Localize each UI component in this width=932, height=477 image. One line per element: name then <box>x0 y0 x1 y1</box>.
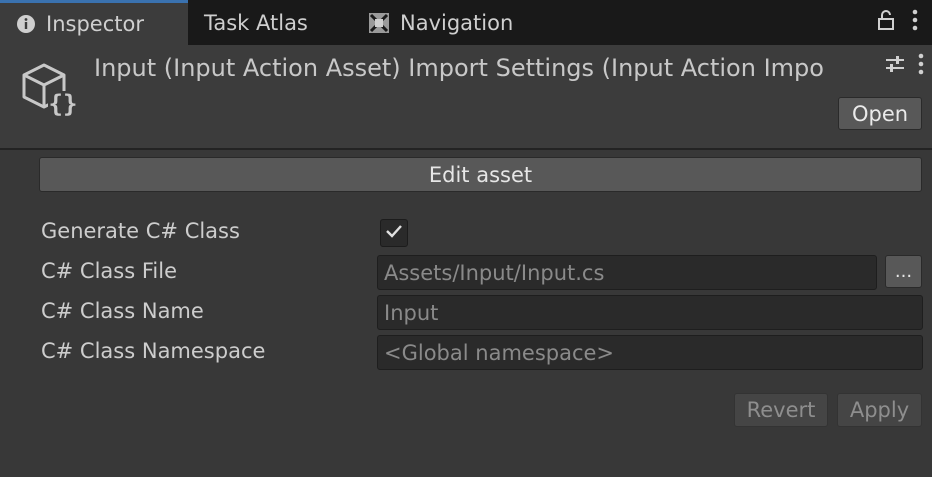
revert-button[interactable]: Revert <box>734 393 828 427</box>
presets-icon[interactable] <box>884 53 906 79</box>
open-button[interactable]: Open <box>838 97 922 130</box>
tab-navigation[interactable]: Navigation <box>352 0 552 45</box>
info-icon <box>16 14 36 34</box>
kebab-menu-icon[interactable] <box>918 53 924 79</box>
apply-button[interactable]: Apply <box>837 393 922 427</box>
lock-icon[interactable] <box>878 10 894 34</box>
tab-bar: Inspector Task Atlas Navigation <box>0 0 932 45</box>
input-action-asset-icon: {} <box>18 57 82 121</box>
tab-label: Navigation <box>400 10 514 35</box>
checkmark-icon <box>385 223 403 243</box>
tab-label: Task Atlas <box>204 10 308 35</box>
class-file-label: C# Class File <box>41 259 177 283</box>
edit-asset-button[interactable]: Edit asset <box>39 157 922 192</box>
class-file-field[interactable]: Assets/Input/Input.cs <box>377 255 877 290</box>
class-namespace-label: C# Class Namespace <box>41 339 266 363</box>
class-name-field[interactable]: Input <box>377 295 923 330</box>
header-title: Input (Input Action Asset) Import Settin… <box>94 54 824 82</box>
class-namespace-field[interactable]: <Global namespace> <box>377 335 923 370</box>
tab-label: Inspector <box>46 12 144 36</box>
svg-text:{}: {} <box>49 90 78 118</box>
class-name-label: C# Class Name <box>41 299 204 323</box>
tab-inspector[interactable]: Inspector <box>0 0 188 45</box>
generate-class-checkbox[interactable] <box>380 219 408 247</box>
navigation-icon <box>368 12 390 34</box>
generate-class-label: Generate C# Class <box>41 219 240 243</box>
kebab-menu-icon[interactable] <box>912 9 918 35</box>
tab-task-atlas[interactable]: Task Atlas <box>188 0 348 45</box>
inspector-header: {} Input (Input Action Asset) Import Set… <box>0 45 932 150</box>
browse-button[interactable]: ... <box>885 255 922 288</box>
